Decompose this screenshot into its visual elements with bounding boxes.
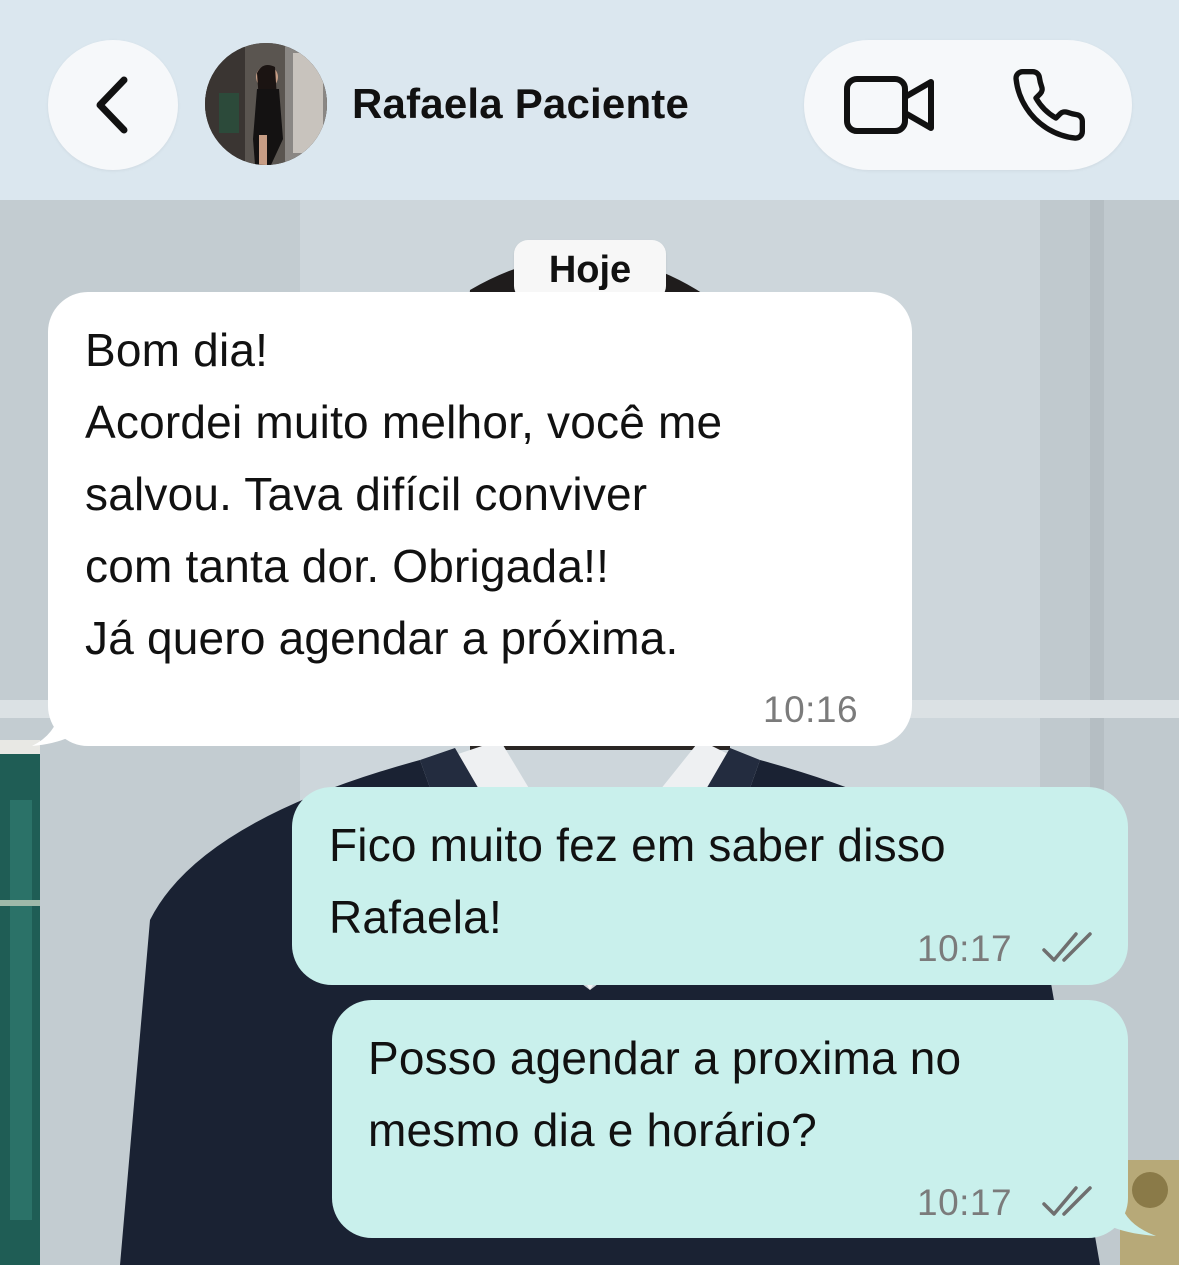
phone-icon xyxy=(1013,69,1086,141)
message-text-line: Já quero agendar a próxima. xyxy=(85,612,679,664)
double-check-icon xyxy=(1042,932,1092,962)
call-actions-group xyxy=(804,40,1132,170)
message-text-line: Posso agendar a proxima no xyxy=(368,1032,962,1084)
voice-call-button[interactable] xyxy=(1004,65,1094,145)
message-text-line: Acordei muito melhor, você me xyxy=(85,396,723,448)
contact-avatar[interactable] xyxy=(205,43,327,165)
contact-name[interactable]: Rafaela Paciente xyxy=(352,76,689,132)
message-text-line: salvou. Tava difícil conviver xyxy=(85,468,648,520)
chat-header: Rafaela Paciente xyxy=(0,0,1179,200)
message-timestamp: 10:17 xyxy=(917,928,1013,969)
date-separator: Hoje xyxy=(514,240,666,300)
message-timestamp: 10:16 xyxy=(763,689,859,730)
message-text-line: mesmo dia e horário? xyxy=(368,1104,817,1156)
chevron-left-icon xyxy=(96,76,128,134)
incoming-message-bubble[interactable]: Bom dia! Acordei muito melhor, você me s… xyxy=(48,292,912,746)
video-camera-icon xyxy=(844,76,934,134)
back-button[interactable] xyxy=(48,40,178,170)
message-text-line: com tanta dor. Obrigada!! xyxy=(85,540,610,592)
video-call-button[interactable] xyxy=(840,70,940,140)
double-check-icon xyxy=(1042,1186,1092,1216)
message-timestamp: 10:17 xyxy=(917,1182,1013,1223)
message-text-line: Bom dia! xyxy=(85,324,269,376)
message-text-line: Fico muito fez em saber disso xyxy=(329,819,946,871)
